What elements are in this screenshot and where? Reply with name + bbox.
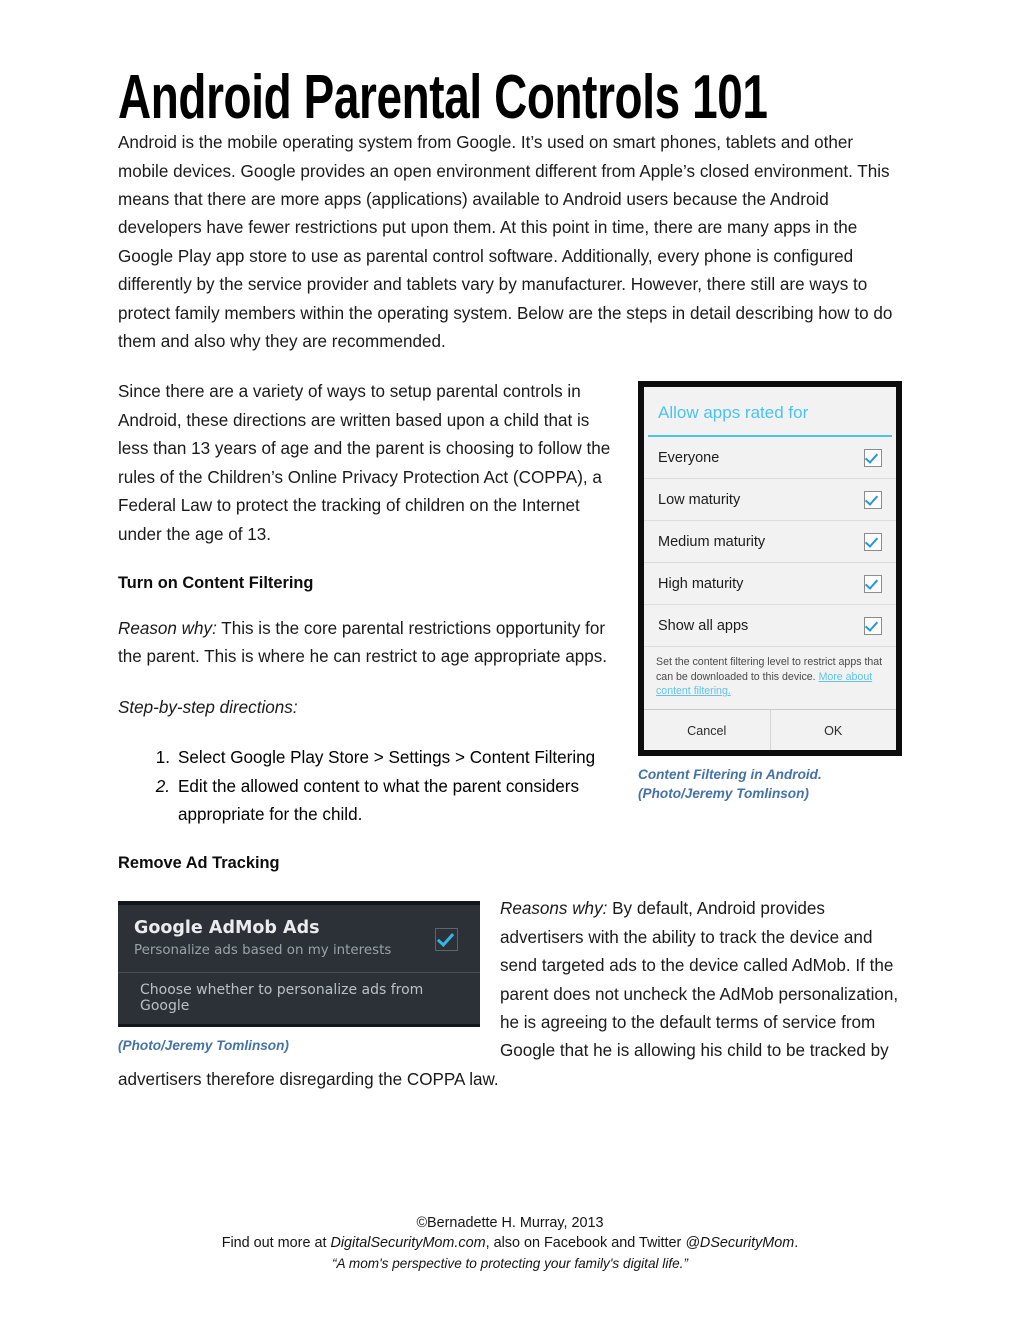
checkbox-checked-icon[interactable]	[864, 448, 882, 467]
footer-handle: @DSecurityMom	[685, 1235, 795, 1251]
footer-contact-mid: , also on Facebook and Twitter	[485, 1235, 686, 1251]
footer-site: DigitalSecurityMom.com	[330, 1235, 486, 1251]
admob-setting-texts: Google AdMob Ads Personalize ads based o…	[134, 917, 391, 961]
checkbox-checked-icon[interactable]	[864, 532, 882, 551]
step-marker: 1.	[155, 748, 170, 768]
dialog-row-label: Medium maturity	[658, 533, 766, 550]
checkbox-checked-icon[interactable]	[864, 574, 882, 593]
dialog-row-label: Everyone	[658, 449, 720, 466]
checkbox-checked-icon[interactable]	[864, 616, 882, 635]
footer-contact: Find out more at DigitalSecurityMom.com,…	[0, 1233, 1020, 1254]
step-text: Edit the allowed content to what the par…	[178, 776, 580, 824]
android-content-filter-dialog: Allow apps rated for Everyone Low maturi…	[638, 381, 902, 757]
dialog-row-label: High maturity	[658, 575, 744, 592]
dialog-row-label: Show all apps	[658, 617, 749, 634]
step-item-2: 2. Edit the allowed content to what the p…	[156, 773, 902, 830]
dialog-row-medium-maturity[interactable]: Medium maturity	[644, 521, 896, 564]
footer-tagline: “A mom's perspective to protecting your …	[332, 1255, 688, 1271]
dialog-row-high-maturity[interactable]: High maturity	[644, 563, 896, 606]
reason-why-label: Reason why:	[118, 618, 217, 638]
admob-title: Google AdMob Ads	[134, 918, 320, 939]
footer-copyright: ©Bernadette H. Murray, 2013	[416, 1214, 604, 1231]
checkbox-checked-icon[interactable]	[864, 490, 882, 509]
intro-paragraph: Android is the mobile operating system f…	[118, 133, 893, 352]
footer-contact-post: .	[794, 1235, 799, 1251]
footer-contact-pre: Find out more at	[221, 1235, 331, 1251]
reasons-why-label: Reasons why:	[500, 899, 608, 919]
checkbox-checked-icon[interactable]	[435, 927, 458, 951]
heading-remove-ad-tracking: Remove Ad Tracking	[118, 854, 280, 873]
page-footer: ©Bernadette H. Murray, 2013 Find out mor…	[0, 1213, 1020, 1275]
document-page: Android Parental Controls 101 Android is…	[0, 0, 1020, 1320]
admob-figure: Google AdMob Ads Personalize ads based o…	[118, 901, 480, 1055]
step-by-step-label: Step-by-step directions:	[118, 697, 298, 717]
dialog-row-label: Low maturity	[658, 491, 741, 508]
admob-subtitle: Personalize ads based on my interests	[134, 943, 392, 959]
step-marker: 2.	[155, 776, 170, 796]
android-admob-screenshot: Google AdMob Ads Personalize ads based o…	[118, 901, 480, 1028]
admob-setting-row[interactable]: Google AdMob Ads Personalize ads based o…	[118, 905, 480, 974]
dialog-help-note: Set the content filtering level to restr…	[644, 647, 896, 710]
dialog-row-low-maturity[interactable]: Low maturity	[644, 479, 896, 522]
content-filtering-steps: 1. Select Google Play Store > Settings > …	[118, 744, 902, 829]
step-item-1: 1. Select Google Play Store > Settings > …	[156, 744, 902, 772]
step-text: Select Google Play Store > Settings > Co…	[178, 748, 596, 768]
admob-footer-text: Choose whether to personalize ads from G…	[140, 982, 424, 1015]
page-title: Android Parental Controls 101	[118, 63, 768, 132]
admob-caption: (Photo/Jeremy Tomlinson)	[118, 1038, 289, 1054]
dialog-title: Allow apps rated for	[644, 387, 896, 436]
content-filtering-figure: Allow apps rated for Everyone Low maturi…	[638, 381, 902, 803]
dialog-row-show-all-apps[interactable]: Show all apps	[644, 605, 896, 648]
dialog-row-everyone[interactable]: Everyone	[644, 437, 896, 480]
